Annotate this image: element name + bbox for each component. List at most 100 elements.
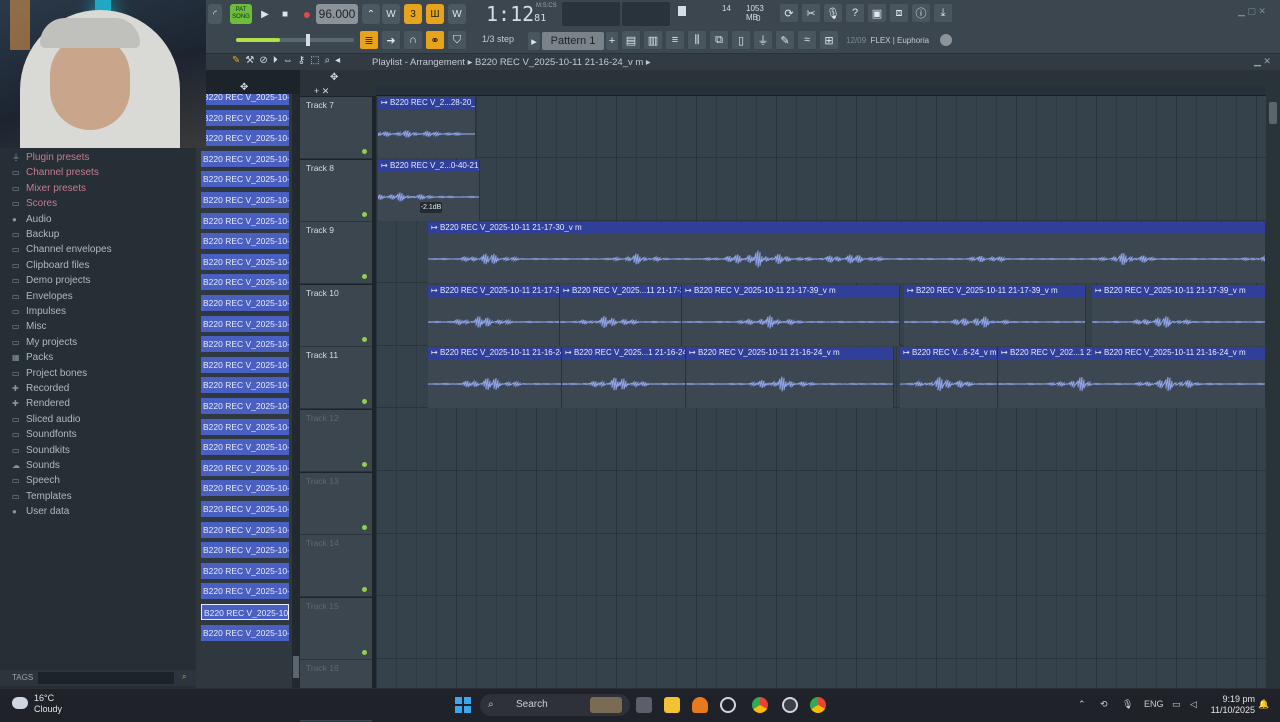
tray-mic-icon[interactable]: 🎙: [1122, 699, 1133, 710]
network-icon[interactable]: ▭: [1172, 699, 1181, 710]
clip-list-item[interactable]: B220 REC V_2025-10-11...: [201, 459, 289, 476]
microphone-icon[interactable]: 🎙: [824, 4, 842, 22]
track-lane[interactable]: [376, 659, 1266, 688]
browser-item[interactable]: ▦ Packs: [12, 350, 53, 365]
clip-list-item[interactable]: B220 REC V_2025-10-11...: [201, 439, 289, 456]
add-track-icon[interactable]: + ✕: [314, 86, 329, 97]
record-icon[interactable]: ●: [298, 4, 316, 24]
browser-item[interactable]: ▭ Soundkits: [12, 443, 70, 458]
clip-list-item[interactable]: B220 REC V_2025-10-10...: [201, 253, 289, 270]
browser-item[interactable]: ▭ Speech: [12, 473, 60, 488]
window-controls[interactable]: ▁ ▢ ✕: [1238, 6, 1266, 17]
link-icon[interactable]: ⚭: [426, 31, 444, 49]
track-active-indicator[interactable]: [362, 336, 367, 342]
audio-clip[interactable]: ↦ B220 REC V_2...28-20_v m: [378, 97, 476, 158]
chrome-icon[interactable]: [752, 697, 768, 713]
track-header[interactable]: Track 10: [300, 284, 372, 347]
clip-list-item[interactable]: B220 REC V_2025-10-11...: [201, 356, 289, 373]
clip-menu-icon[interactable]: ↦: [431, 286, 440, 295]
clip-menu-icon[interactable]: ↦: [1001, 348, 1010, 357]
tray-chevron-icon[interactable]: ⌃: [1078, 699, 1086, 710]
track-header[interactable]: Track 9: [300, 222, 372, 285]
playlist-icon[interactable]: ▤: [622, 31, 640, 49]
slip-icon[interactable]: ⇔: [283, 55, 293, 69]
clip-list-item[interactable]: B220 REC V_2025-10-10...: [201, 94, 289, 105]
track-header[interactable]: Track 8: [300, 159, 372, 222]
clip-menu-icon[interactable]: ↦: [431, 348, 440, 357]
channel-rack-icon[interactable]: ≡: [666, 31, 684, 49]
magnet-icon[interactable]: ∩: [404, 31, 422, 49]
plug-icon[interactable]: ⏚: [754, 31, 772, 49]
snap-selector[interactable]: 1/3 step: [482, 34, 514, 44]
track-active-indicator[interactable]: [362, 524, 367, 530]
chrome-profile-icon[interactable]: [810, 697, 826, 713]
browser-item[interactable]: ▭ Mixer presets: [12, 181, 86, 196]
brush-icon[interactable]: ✎: [776, 31, 794, 49]
blend-icon[interactable]: Ш: [426, 4, 444, 24]
clip-menu-icon[interactable]: ↦: [431, 223, 440, 232]
recording-filter-panel[interactable]: [562, 2, 620, 26]
delete-icon[interactable]: ⊘: [259, 55, 267, 69]
arrow-right-icon[interactable]: ➜: [382, 31, 400, 49]
browser-item[interactable]: ● User data: [12, 504, 69, 519]
pattern-selector[interactable]: Pattern 1: [542, 32, 604, 50]
notification-icon[interactable]: 🔔: [1258, 699, 1269, 710]
save-icon[interactable]: ▣: [868, 4, 886, 22]
search-highlight-icon[interactable]: [590, 697, 622, 713]
track-lane[interactable]: [376, 534, 1266, 597]
pan-icon[interactable]: ✥: [330, 72, 338, 83]
browser-item[interactable]: ▭ Project bones: [12, 366, 87, 381]
clip-list-item[interactable]: B220 REC V_2025-10-10...: [201, 150, 289, 167]
audio-clip[interactable]: ↦ B220 REC V...6-24_v m: [900, 347, 998, 409]
windows-start-icon[interactable]: [455, 697, 471, 713]
clip-list-item[interactable]: B220 REC V_2025-10-11...: [201, 418, 289, 435]
browser-item[interactable]: ▭ Soundfonts: [12, 427, 77, 442]
audio-clip[interactable]: ↦ B220 REC V_2025-10-11 21-16-24_v: [428, 347, 562, 409]
track-active-indicator[interactable]: [362, 274, 367, 280]
menu-arc-icon[interactable]: ◜: [208, 4, 222, 24]
track-header[interactable]: Track 7: [300, 97, 372, 159]
clip-list-item[interactable]: B220 REC V_2025-10-11...: [201, 501, 289, 517]
browser-item[interactable]: ▭ Scores: [12, 196, 57, 211]
clip-list-scrollbar[interactable]: [292, 94, 300, 688]
info-icon[interactable]: ⓘ: [912, 4, 930, 22]
paint-icon[interactable]: ⚒: [245, 55, 254, 69]
clip-menu-icon[interactable]: ↦: [689, 348, 698, 357]
browser-item[interactable]: ▭ Misc: [12, 319, 47, 334]
track-lane[interactable]: [376, 409, 1266, 471]
browser-tree-icon[interactable]: ⧉: [710, 31, 728, 49]
language-indicator[interactable]: ENG: [1144, 699, 1164, 709]
clip-list-item[interactable]: B220 REC V_2025-10-11...: [201, 315, 289, 332]
track-header[interactable]: Track 14: [300, 535, 372, 598]
browser-item[interactable]: ▭ Clipboard files: [12, 258, 89, 273]
browser-item[interactable]: ▭ Demo projects: [12, 273, 90, 288]
track-active-indicator[interactable]: [362, 462, 367, 467]
clip-menu-icon[interactable]: ↦: [1095, 286, 1104, 295]
browser-item[interactable]: ✚ Rendered: [12, 396, 70, 411]
browser-item[interactable]: ▭ Channel presets: [12, 165, 99, 180]
clip-menu-icon[interactable]: ↦: [565, 348, 574, 357]
browser-item[interactable]: ▭ Backup: [12, 227, 59, 242]
master-volume-handle[interactable]: [306, 34, 310, 46]
track-active-indicator[interactable]: [362, 149, 367, 154]
playlist-scrollbar[interactable]: [1266, 96, 1280, 688]
file-icon[interactable]: ▯: [732, 31, 750, 49]
slice-icon[interactable]: ⚷: [298, 55, 305, 69]
browser-item[interactable]: ▭ My projects: [12, 335, 77, 350]
track-header[interactable]: Track 11: [300, 347, 372, 410]
clip-menu-icon[interactable]: ↦: [685, 286, 694, 295]
move-icon[interactable]: ✥: [240, 82, 248, 93]
search-icon[interactable]: ⌕: [182, 672, 186, 682]
clip-list-item[interactable]: B220 REC V_2025-10-11...: [201, 604, 289, 620]
play-icon[interactable]: ▶: [256, 4, 274, 24]
track-lane[interactable]: [376, 597, 1266, 659]
track-lane[interactable]: [376, 472, 1266, 534]
cart-icon[interactable]: ⊞: [820, 31, 838, 49]
clip-menu-icon[interactable]: ↦: [563, 286, 572, 295]
browser-item[interactable]: ● Audio: [12, 212, 52, 227]
clip-menu-icon[interactable]: ↦: [1095, 348, 1104, 357]
scrollbar-thumb[interactable]: [1269, 102, 1277, 124]
task-view-icon[interactable]: [636, 697, 652, 713]
track-active-indicator[interactable]: [362, 649, 367, 655]
clip-list-item[interactable]: B220 REC V_2025-10-11...: [201, 480, 289, 497]
